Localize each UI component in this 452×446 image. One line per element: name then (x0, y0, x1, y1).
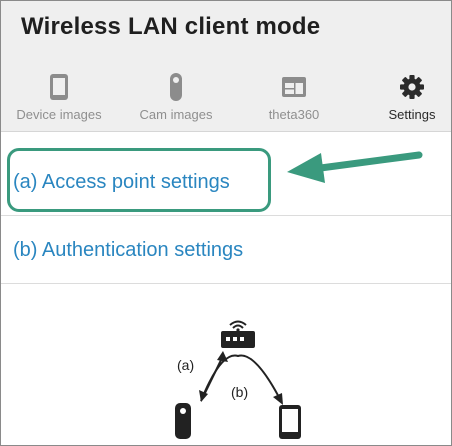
router-icon (221, 320, 255, 348)
tab-label: Device images (16, 107, 102, 122)
theta-camera-icon (175, 403, 191, 439)
connection-arrow-b-head (273, 393, 283, 405)
authentication-settings-label: (b) Authentication settings (13, 239, 244, 261)
label-a: (a) (177, 357, 194, 373)
tab-cam-images[interactable]: Cam images (120, 69, 232, 131)
tab-label: Settings (388, 107, 436, 122)
tab-settings[interactable]: Settings (356, 69, 451, 131)
app-window: Wireless LAN client mode Device images C… (0, 0, 452, 446)
tab-label: Cam images (139, 107, 213, 122)
annotation-arrow-icon (287, 151, 423, 183)
label-b: (b) (231, 384, 248, 400)
smartphone-icon (279, 405, 301, 439)
page-title: Wireless LAN client mode (21, 13, 321, 40)
browser-window-icon (282, 77, 306, 97)
connection-diagram: (a) (b) (175, 320, 301, 439)
camera-icon (170, 73, 182, 101)
tab-bar: Device images Cam images theta360 Settin… (1, 69, 451, 131)
app-header: Wireless LAN client mode Device images C… (1, 1, 451, 132)
smartphone-icon (50, 74, 68, 100)
highlight-box (7, 148, 271, 212)
tab-device-images[interactable]: Device images (3, 69, 115, 131)
authentication-settings-item[interactable]: (b) Authentication settings (1, 216, 451, 284)
tab-label: theta360 (268, 107, 320, 122)
gear-icon (400, 75, 424, 99)
tab-theta360[interactable]: theta360 (238, 69, 350, 131)
